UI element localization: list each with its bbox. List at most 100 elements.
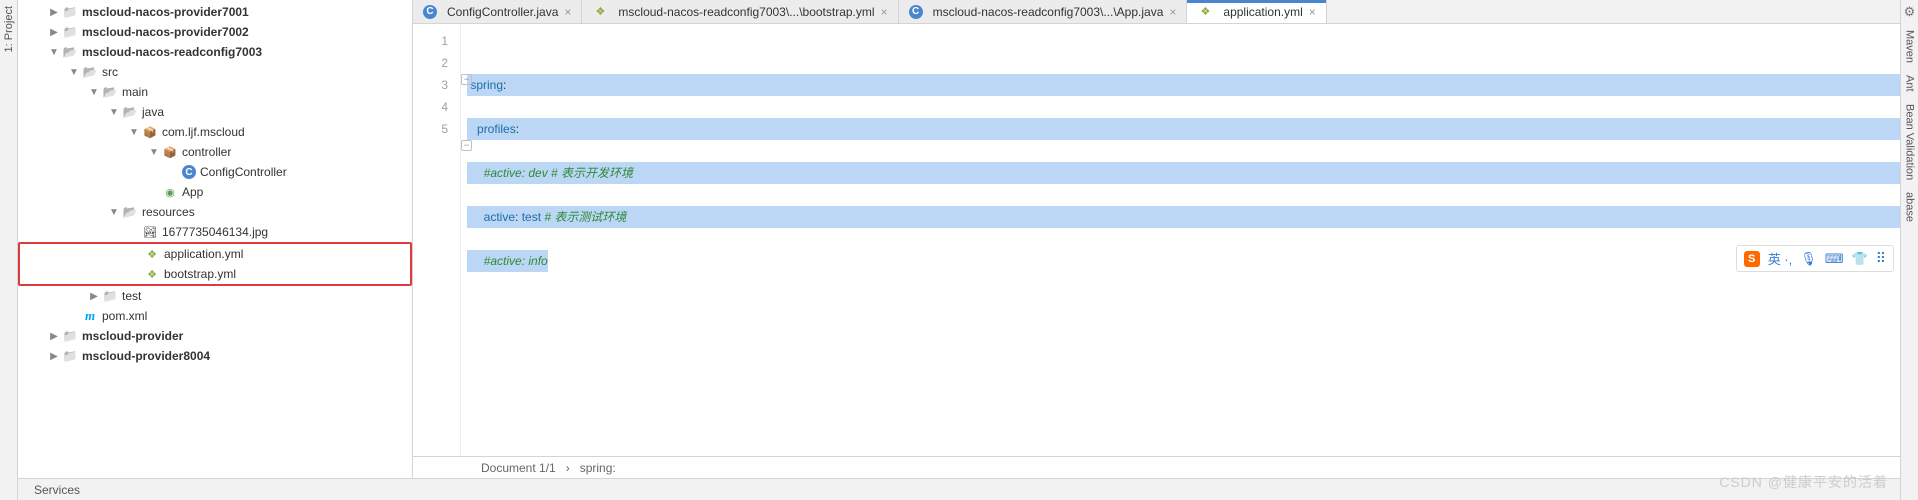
chevron-down-icon[interactable] (66, 67, 82, 78)
tree-label: main (122, 85, 148, 99)
resources-folder-icon (122, 204, 138, 220)
ant-tool-tab[interactable]: Ant (1901, 69, 1918, 98)
breadcrumb-bar: Document 1/1 › spring: (413, 456, 1918, 478)
tree-label: App (182, 185, 203, 199)
abase-tool-tab[interactable]: abase (1901, 186, 1918, 228)
tree-node-file[interactable]: pom.xml (18, 306, 412, 326)
maven-tool-tab[interactable]: Maven (1901, 24, 1918, 69)
project-tool-tab[interactable]: 1: Project (0, 0, 18, 58)
editor-body: 1 2 3 4 5 − − spring: profiles: #active:… (413, 24, 1918, 456)
line-number: 1 (413, 30, 448, 52)
line-number: 3 (413, 74, 448, 96)
folder-icon (62, 4, 78, 20)
tab-bootstrap-yml[interactable]: mscloud-nacos-readconfig7003\...\bootstr… (582, 0, 898, 23)
left-toolwindow-stripe: 1: Project (0, 0, 18, 500)
ime-mode-label[interactable]: 英 ·, (1768, 249, 1793, 268)
project-tree: mscloud-nacos-provider7001 mscloud-nacos… (18, 0, 413, 478)
chevron-right-icon[interactable] (46, 7, 62, 18)
chevron-right-icon[interactable] (46, 331, 62, 342)
class-icon (909, 5, 923, 19)
close-icon[interactable]: × (881, 5, 888, 19)
tree-label: controller (182, 145, 231, 159)
tab-label: mscloud-nacos-readconfig7003\...\bootstr… (618, 5, 874, 19)
tree-node-folder[interactable]: resources (18, 202, 412, 222)
chevron-down-icon[interactable] (46, 47, 62, 58)
yml-file-icon (1197, 4, 1213, 20)
chevron-down-icon[interactable] (86, 87, 102, 98)
main-content: mscloud-nacos-provider7001 mscloud-nacos… (18, 0, 1918, 500)
close-icon[interactable]: × (564, 5, 571, 19)
yml-file-icon (144, 266, 160, 282)
services-tool-tab[interactable]: Services (34, 483, 80, 497)
line-number: 2 (413, 52, 448, 74)
tab-application-yml[interactable]: application.yml× (1187, 0, 1326, 23)
folder-icon (102, 288, 118, 304)
editor-region: ConfigController.java× mscloud-nacos-rea… (413, 0, 1918, 478)
tree-label: src (102, 65, 118, 79)
tree-node-module[interactable]: mscloud-provider (18, 326, 412, 346)
breadcrumb-item[interactable]: spring: (580, 461, 616, 475)
image-file-icon (142, 224, 158, 240)
tab-app-java[interactable]: mscloud-nacos-readconfig7003\...\App.jav… (899, 0, 1188, 23)
ime-toolbar[interactable]: S 英 ·, 🎙 ⌨ 👕 ⠿ (1736, 245, 1894, 272)
chevron-down-icon[interactable] (106, 207, 122, 218)
tree-node-file[interactable]: application.yml (20, 244, 410, 264)
tree-node-folder[interactable]: test (18, 286, 412, 306)
chevron-right-icon[interactable] (46, 351, 62, 362)
keyboard-icon[interactable]: ⌨ (1825, 251, 1844, 267)
tree-label: mscloud-nacos-provider7001 (82, 5, 249, 19)
mic-icon[interactable]: 🎙 (1800, 251, 1817, 267)
skin-icon[interactable]: 👕 (1852, 251, 1868, 267)
tree-label: com.ljf.mscloud (162, 125, 245, 139)
chevron-right-icon[interactable] (46, 27, 62, 38)
tree-label: mscloud-nacos-provider7002 (82, 25, 249, 39)
chevron-down-icon[interactable] (126, 127, 142, 138)
code-token: : (503, 78, 506, 92)
folder-open-icon (82, 64, 98, 80)
tree-node-folder[interactable]: src (18, 62, 412, 82)
bean-validation-tool-tab[interactable]: Bean Validation (1901, 98, 1918, 186)
tree-node-package[interactable]: com.ljf.mscloud (18, 122, 412, 142)
code-comment: #active: dev # 表示开发环境 (484, 166, 633, 180)
chevron-down-icon[interactable] (146, 147, 162, 158)
chevron-down-icon[interactable] (106, 107, 122, 118)
code-value: test (522, 210, 541, 224)
tree-node-file[interactable]: 1677735046134.jpg (18, 222, 412, 242)
package-icon (142, 124, 158, 140)
tree-node-module[interactable]: mscloud-nacos-provider7002 (18, 22, 412, 42)
tree-label: 1677735046134.jpg (162, 225, 268, 239)
tree-node-module[interactable]: mscloud-provider8004 (18, 346, 412, 366)
folder-open-icon (122, 104, 138, 120)
right-toolwindow-stripe: ⚙ Maven Ant Bean Validation abase (1900, 0, 1918, 500)
highlighted-files-box: application.yml bootstrap.yml (18, 242, 412, 286)
folder-icon (62, 348, 78, 364)
tree-node-package[interactable]: controller (18, 142, 412, 162)
tree-label: application.yml (164, 247, 243, 261)
class-icon (182, 165, 196, 179)
close-icon[interactable]: × (1169, 5, 1176, 19)
tree-node-module[interactable]: mscloud-nacos-provider7001 (18, 2, 412, 22)
tree-node-module[interactable]: mscloud-nacos-readconfig7003 (18, 42, 412, 62)
tree-node-folder[interactable]: java (18, 102, 412, 122)
breadcrumb-separator: › (566, 461, 570, 475)
fold-toggle-icon[interactable]: − (461, 140, 472, 151)
tree-node-folder[interactable]: main (18, 82, 412, 102)
code-token: : (515, 210, 522, 224)
tab-config-controller[interactable]: ConfigController.java× (413, 0, 582, 23)
tree-node-class[interactable]: ConfigController (18, 162, 412, 182)
tree-node-class[interactable]: App (18, 182, 412, 202)
maven-file-icon (82, 308, 98, 324)
grid-icon[interactable]: ⠿ (1876, 250, 1886, 267)
document-tab-label[interactable]: Document 1/1 (481, 461, 556, 475)
tree-label: mscloud-provider8004 (82, 349, 210, 363)
fold-toggle-icon[interactable]: − (461, 74, 472, 85)
line-number-gutter: 1 2 3 4 5 (413, 24, 461, 456)
class-icon (423, 5, 437, 19)
chevron-right-icon[interactable] (86, 291, 102, 302)
gear-icon[interactable]: ⚙ (1904, 0, 1916, 24)
code-area[interactable]: − − spring: profiles: #active: dev # 表示开… (461, 24, 1918, 456)
close-icon[interactable]: × (1309, 5, 1316, 19)
tree-label: ConfigController (200, 165, 287, 179)
package-icon (162, 144, 178, 160)
tree-node-file[interactable]: bootstrap.yml (20, 264, 410, 284)
